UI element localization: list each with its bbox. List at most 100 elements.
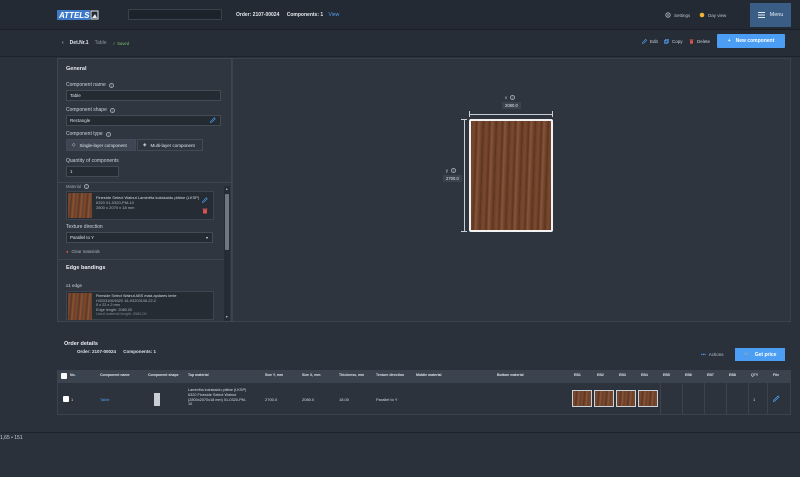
component-name-input[interactable]: Table	[66, 90, 221, 101]
component-shape-select[interactable]: Rectangle	[66, 115, 221, 126]
info-icon[interactable]: i	[451, 168, 457, 173]
remove-material-icon[interactable]	[202, 208, 208, 214]
col-component-name: Component name	[100, 373, 130, 377]
pencil-icon	[642, 39, 647, 44]
col-no: No.	[70, 373, 76, 377]
row-no: 1	[71, 397, 74, 402]
row-top-material-line: (2800x2070x18 mm) 01-0320-PM-	[188, 397, 247, 402]
copy-button[interactable]: Copy	[664, 39, 683, 44]
row-top-material: Laminēta kokskaidu plātne (LKSP) 6320 Fi…	[188, 388, 246, 407]
edge-label: x1 edge	[66, 283, 83, 288]
multi-layer-option[interactable]: ◈ Multi-layer component	[137, 139, 203, 151]
col-file: File	[773, 373, 780, 377]
pencil-icon[interactable]	[202, 197, 208, 203]
info-icon[interactable]: i	[105, 131, 111, 137]
footer-divider	[0, 432, 800, 433]
col-eb6: EB6	[685, 373, 692, 377]
view-link[interactable]: View	[329, 12, 340, 18]
x-dimension-label: xi	[505, 95, 516, 100]
col-component-shape: Component shape	[148, 373, 179, 377]
pencil-icon[interactable]	[773, 395, 780, 402]
column-divider	[767, 382, 768, 415]
select-all-checkbox[interactable]	[61, 373, 67, 379]
components-count: Components: 1	[286, 12, 324, 18]
clear-materials-button[interactable]: ● Clear materials	[66, 249, 100, 254]
col-eb4: EB4	[641, 373, 648, 377]
info-icon[interactable]: i	[83, 184, 89, 189]
order-details-title: Order details	[64, 341, 98, 347]
y-dimension-value: 2700.0	[443, 175, 462, 182]
edge-bandings-title: Edge bandings	[66, 265, 106, 271]
order-number: Order: 2107-00024	[236, 12, 280, 18]
actions-menu[interactable]: ••• Actions	[701, 352, 724, 357]
settings-label: Settings	[674, 12, 691, 18]
info-icon[interactable]: i	[109, 107, 115, 113]
back-link[interactable]: Det.Nr.1	[70, 40, 89, 46]
info-icon[interactable]: i	[108, 82, 114, 88]
col-eb7: EB7	[707, 373, 714, 377]
panel-scrollbar-thumb[interactable]	[225, 194, 229, 250]
scroll-down-icon[interactable]: ▼	[225, 315, 228, 319]
edge-thumbnail-eb4[interactable]	[638, 390, 658, 407]
copy-icon	[664, 39, 669, 44]
row-thickness: 18.00	[339, 397, 350, 402]
chevron-left-icon[interactable]: ‹	[62, 40, 64, 46]
quantity-input[interactable]: 1	[66, 166, 119, 177]
copy-label: Copy	[672, 39, 683, 44]
table-row[interactable]	[57, 382, 791, 415]
y-dimension-label: yi	[446, 168, 457, 173]
settings-button[interactable]: Settings	[665, 12, 690, 18]
dots-icon: •••	[701, 352, 706, 357]
trash-icon	[689, 39, 694, 44]
layers-icon: ◈	[143, 142, 147, 147]
col-top-material: Top material	[188, 373, 209, 377]
col-eb2: EB2	[597, 373, 604, 377]
material-info: Fineside Select Walnut Laminēta kokskaid…	[96, 195, 200, 210]
top-search-input[interactable]	[128, 9, 222, 20]
pencil-icon[interactable]	[210, 117, 216, 123]
saved-label: Saved	[117, 40, 130, 46]
scroll-up-icon[interactable]: ▲	[225, 187, 228, 191]
col-middle-material: Middle material	[416, 373, 442, 377]
info-icon[interactable]: i	[510, 95, 516, 100]
x-dimension-tick	[469, 111, 470, 117]
attels-logo[interactable]: ATTELS	[57, 9, 99, 21]
saved-status: ✓ Saved	[113, 41, 130, 46]
col-eb3: EB3	[619, 373, 626, 377]
row-component-name[interactable]: Table	[100, 397, 110, 402]
row-size-x: 2080.0	[302, 397, 315, 402]
edit-button[interactable]: Edit	[642, 39, 658, 44]
material-swatch	[68, 193, 92, 218]
delete-button[interactable]: Delete	[689, 39, 710, 44]
multi-layer-label: Multi-layer component	[150, 142, 195, 148]
material-size: 2800 x 2070 x 18 mm	[96, 205, 135, 210]
edge-thumbnail-eb1[interactable]	[572, 390, 592, 407]
new-component-button[interactable]: + New component	[717, 34, 785, 48]
texture-direction-select[interactable]: Parallel to Y ▾	[66, 232, 213, 243]
x-label: x	[505, 95, 508, 100]
row-shape-thumbnail	[154, 393, 160, 406]
row-qty: 1	[753, 397, 756, 402]
sun-icon	[699, 12, 705, 18]
row-checkbox[interactable]	[63, 396, 69, 402]
single-layer-option[interactable]: ◇ Single-layer component	[66, 139, 136, 151]
get-price-button[interactable]: 🛒 Get price	[735, 348, 785, 361]
cart-icon: 🛒	[743, 351, 750, 358]
edge-thumbnail-eb2[interactable]	[594, 390, 614, 407]
menu-button[interactable]: Menu	[750, 3, 791, 27]
material-label-text: Material	[66, 184, 81, 189]
get-price-label: Get price	[754, 351, 777, 358]
texture-direction-label: Texture direction	[66, 224, 103, 230]
section-divider	[58, 182, 231, 183]
order-details-components: Components: 1	[123, 349, 157, 354]
column-divider	[660, 382, 661, 415]
new-component-label: New component	[735, 38, 775, 44]
breadcrumb: ‹ Det.Nr.1 Table ✓ Saved	[62, 40, 129, 46]
clear-icon: ●	[66, 249, 69, 254]
edge-thumbnail-eb3[interactable]	[616, 390, 636, 407]
col-eb8: EB8	[729, 373, 736, 377]
column-divider	[748, 382, 749, 415]
x-dimension-line	[469, 114, 553, 115]
day-view-toggle[interactable]: Day view	[699, 12, 726, 18]
col-thickness: Thickness, mm	[339, 373, 365, 377]
